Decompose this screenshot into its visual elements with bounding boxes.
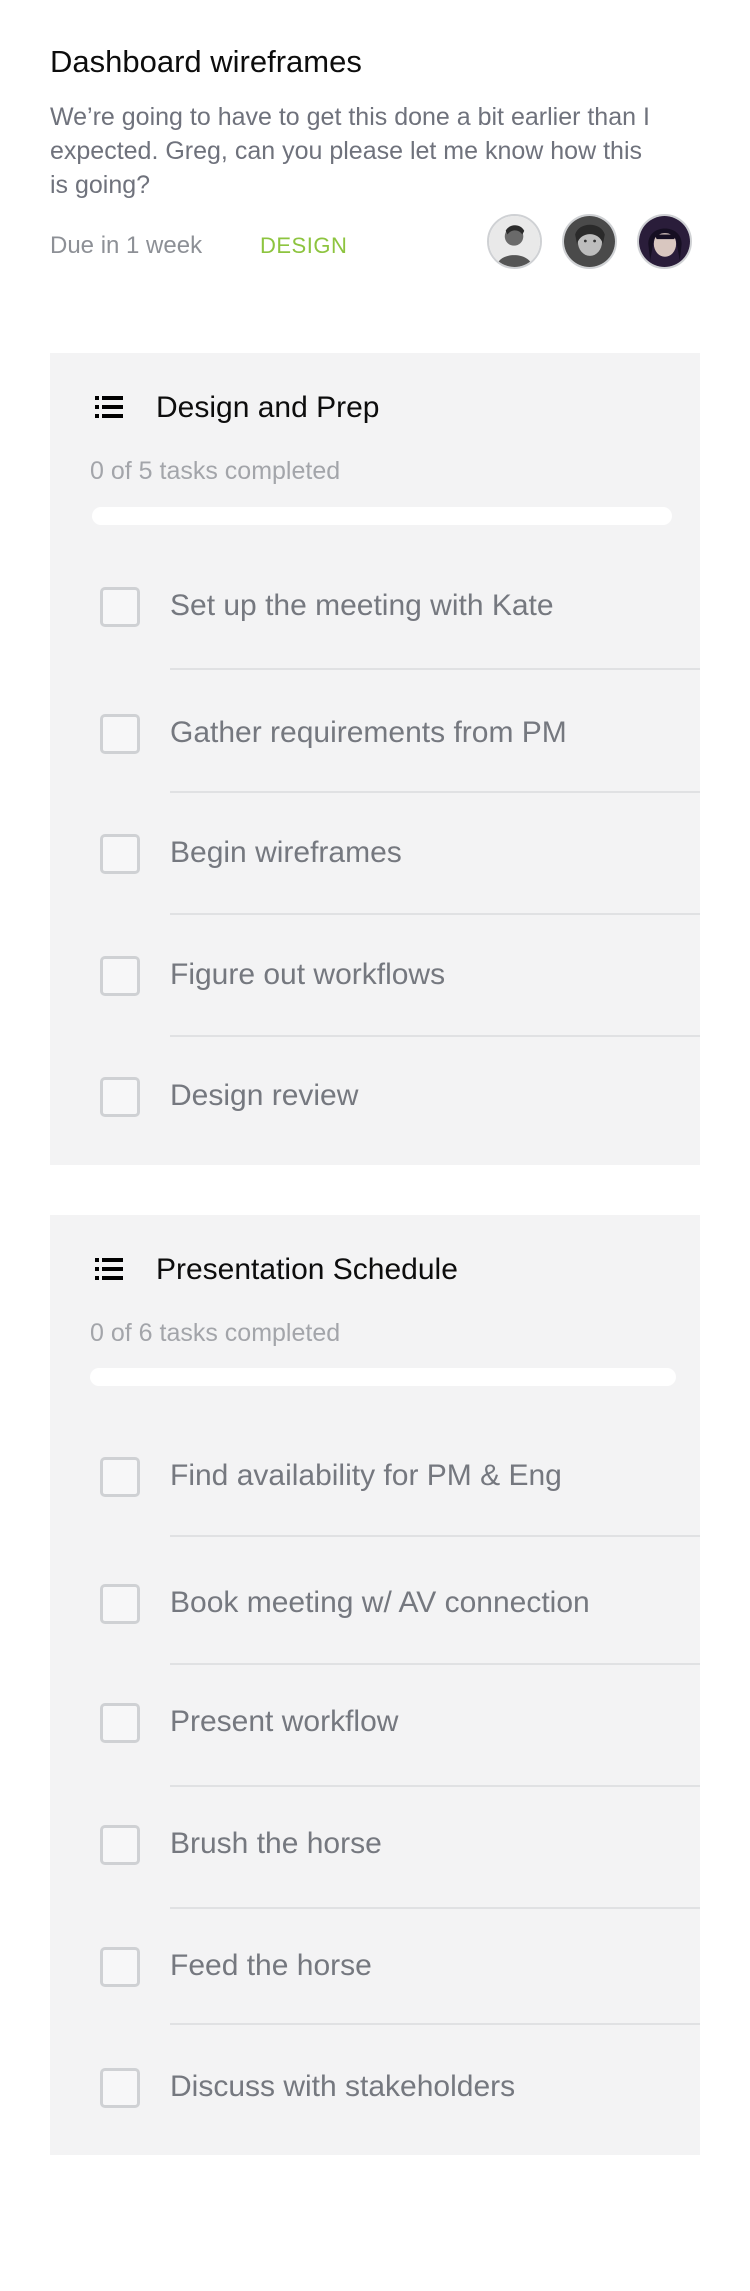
task-checkbox[interactable] <box>100 2068 140 2108</box>
task-label[interactable]: Present workflow <box>170 1705 398 1739</box>
task-description: We’re going to have to get this done a b… <box>50 103 650 199</box>
task-label[interactable]: Begin wireframes <box>170 836 402 870</box>
progress-bar <box>92 507 672 525</box>
task-label[interactable]: Discuss with stakeholders <box>170 2070 515 2104</box>
task-checkbox[interactable] <box>100 1947 140 1987</box>
checklist-header: Design and Prep <box>50 353 700 453</box>
task-label[interactable]: Design review <box>170 1079 358 1113</box>
task-title: Dashboard wireframes <box>50 44 362 79</box>
progress-text: 0 of 5 tasks completed <box>90 457 341 485</box>
task-checkbox[interactable] <box>100 1703 140 1743</box>
avatar[interactable] <box>562 214 617 269</box>
divider <box>170 1535 700 1537</box>
task-item[interactable]: Discuss with stakeholders <box>50 2063 700 2113</box>
divider <box>170 668 700 670</box>
task-item[interactable]: Set up the meeting with Kate <box>50 582 700 632</box>
avatar[interactable] <box>637 214 692 269</box>
task-checkbox[interactable] <box>100 834 140 874</box>
due-date: Due in 1 week <box>50 232 203 259</box>
checklist-title: Design and Prep <box>156 391 380 424</box>
progress-bar <box>90 1368 676 1386</box>
divider <box>170 791 700 793</box>
divider <box>170 1663 700 1665</box>
task-checkbox[interactable] <box>100 1584 140 1624</box>
task-item[interactable]: Figure out workflows <box>50 951 700 1001</box>
task-label[interactable]: Brush the horse <box>170 1827 382 1861</box>
avatar[interactable] <box>487 214 542 269</box>
category-tag[interactable]: DESIGN <box>260 233 347 259</box>
task-label[interactable]: Figure out workflows <box>170 958 445 992</box>
checklist-design-and-prep: Design and Prep 0 of 5 tasks completed S… <box>50 353 700 1165</box>
task-item[interactable]: Gather requirements from PM <box>50 709 700 759</box>
task-item[interactable]: Brush the horse <box>50 1820 700 1870</box>
task-label[interactable]: Feed the horse <box>170 1949 372 1983</box>
task-item[interactable]: Present workflow <box>50 1698 700 1748</box>
task-checkbox[interactable] <box>100 956 140 996</box>
task-label[interactable]: Set up the meeting with Kate <box>170 589 554 623</box>
progress-text: 0 of 6 tasks completed <box>90 1319 341 1347</box>
task-item[interactable]: Feed the horse <box>50 1942 700 1992</box>
divider <box>170 1035 700 1037</box>
divider <box>170 2023 700 2025</box>
task-item[interactable]: Begin wireframes <box>50 829 700 879</box>
task-item[interactable]: Find availability for PM & Eng <box>50 1452 700 1502</box>
task-checkbox[interactable] <box>100 1457 140 1497</box>
checklist-presentation-schedule: Presentation Schedule 0 of 6 tasks compl… <box>50 1215 700 2155</box>
task-checkbox[interactable] <box>100 587 140 627</box>
task-label[interactable]: Gather requirements from PM <box>170 716 567 750</box>
divider <box>170 1785 700 1787</box>
divider <box>170 913 700 915</box>
task-label[interactable]: Book meeting w/ AV connection <box>170 1586 590 1620</box>
list-icon <box>95 396 123 418</box>
task-item[interactable]: Design review <box>50 1072 700 1122</box>
assignee-avatars <box>487 214 692 269</box>
task-label[interactable]: Find availability for PM & Eng <box>170 1459 562 1493</box>
task-checkbox[interactable] <box>100 1077 140 1117</box>
task-checkbox[interactable] <box>100 1825 140 1865</box>
task-item[interactable]: Book meeting w/ AV connection <box>50 1579 700 1629</box>
checklist-title: Presentation Schedule <box>156 1253 458 1286</box>
task-checkbox[interactable] <box>100 714 140 754</box>
divider <box>170 1907 700 1909</box>
checklist-header: Presentation Schedule <box>50 1215 700 1315</box>
list-icon <box>95 1258 123 1280</box>
